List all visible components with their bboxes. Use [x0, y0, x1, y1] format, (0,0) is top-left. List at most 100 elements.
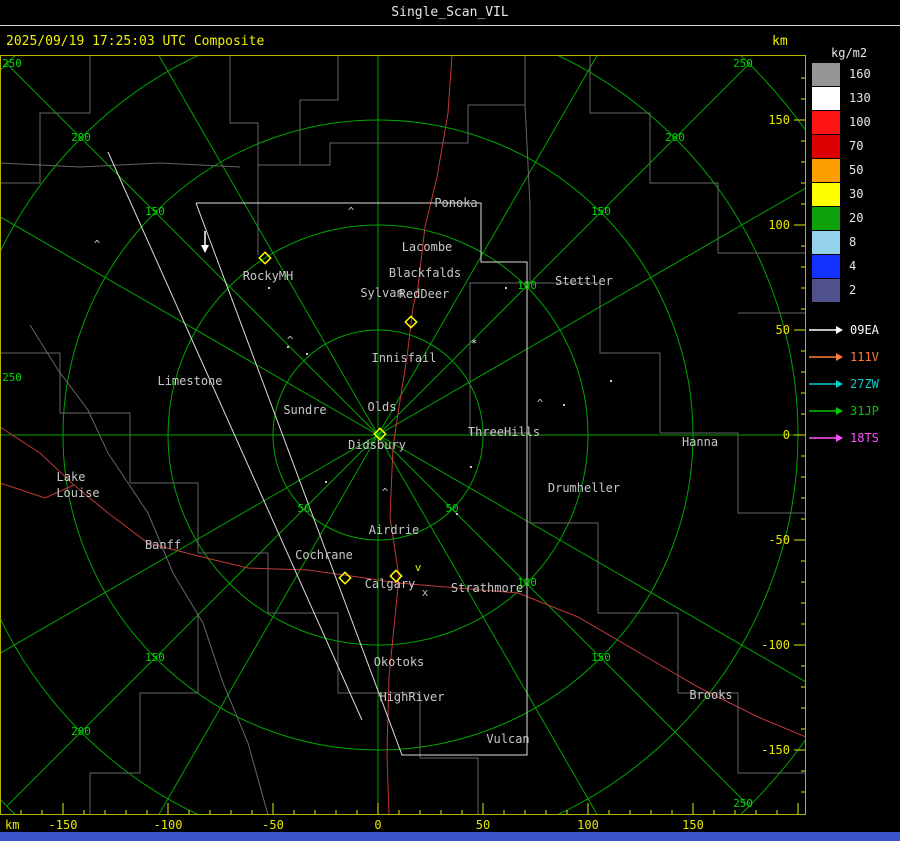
- storm-id-label: 09EA: [850, 322, 879, 337]
- town-label: HighRiver: [379, 690, 444, 704]
- county-boundary-line: [89, 613, 199, 815]
- storm-legend-entry: 111V: [808, 343, 900, 370]
- colorbar-entry: 50: [812, 158, 900, 182]
- range-ring-label: 200: [665, 131, 685, 144]
- town-label: Limestone: [157, 374, 222, 388]
- window-title: Single_Scan_VIL: [391, 5, 509, 20]
- town-dot: [505, 287, 507, 289]
- colorbar-entry: 4: [812, 254, 900, 278]
- range-ring-label: 50: [297, 502, 310, 515]
- colorbar-value: 130: [849, 91, 871, 105]
- right-axis-label: 50: [776, 323, 790, 337]
- bottom-axis-label: -50: [262, 818, 284, 832]
- storm-arrow-icon: [809, 406, 843, 415]
- range-ring-label: 150: [145, 205, 165, 218]
- title-bar: Single_Scan_VIL: [0, 0, 900, 26]
- town-dot: [306, 353, 308, 355]
- colorbar-swatch: [812, 278, 840, 302]
- county-boundary-line: [299, 55, 339, 165]
- range-ring-label: 100: [517, 279, 537, 292]
- map-glyph: ^: [94, 238, 101, 251]
- colorbar-value: 20: [849, 211, 864, 225]
- county-boundary-line: [678, 692, 806, 774]
- bottom-axis-unit: km: [5, 818, 20, 832]
- colorbar-swatch: [812, 230, 840, 254]
- colorbar-value: 8: [849, 235, 857, 249]
- town-dot: [470, 466, 472, 468]
- colorbar-value: 50: [849, 163, 864, 177]
- colorbar-entry: 70: [812, 134, 900, 158]
- bottom-axis-label: 150: [682, 818, 704, 832]
- map-glyph: ^: [537, 397, 544, 410]
- town-label: Sundre: [283, 403, 326, 417]
- town-label: ThreeHills: [468, 425, 540, 439]
- town-label: Drumheller: [548, 481, 620, 495]
- colorbar-entry: 20: [812, 206, 900, 230]
- colorbar-swatch: [812, 86, 840, 110]
- colorbar-swatch: [812, 254, 840, 278]
- town-label: Banff: [145, 538, 181, 552]
- bottom-axis-label: 0: [374, 818, 382, 832]
- colorbar-swatch: [812, 182, 840, 206]
- right-axis-label: 150: [768, 113, 790, 127]
- radar-sector-outline: [107, 151, 363, 721]
- storm-arrow-icon: [809, 325, 843, 334]
- storm-id-label: 111V: [850, 349, 879, 364]
- storm-legend-entry: 09EA: [808, 316, 900, 343]
- storm-arrow-icon: [809, 352, 843, 361]
- map-glyph: x: [422, 586, 429, 599]
- colorbar-value: 160: [849, 67, 871, 81]
- range-ring-label: 200: [71, 725, 91, 738]
- colorbar-swatch: [812, 62, 840, 86]
- town-label: Cochrane: [295, 548, 353, 562]
- range-ring-label: 150: [591, 205, 611, 218]
- bottom-axis-label: 100: [577, 818, 599, 832]
- town-label: Louise: [56, 486, 99, 500]
- town-dot: [563, 404, 565, 406]
- colorbar-entry: 2: [812, 278, 900, 302]
- town-label: Lake: [57, 470, 86, 484]
- county-boundary-line: [268, 612, 421, 758]
- map-glyph: v: [415, 561, 422, 574]
- storm-id-label: 27ZW: [850, 376, 879, 391]
- colorbar: 160 130 100 70 50 30 20 8 4 2: [812, 62, 900, 302]
- radar-plot[interactable]: 150 200 250 100 150 200 250 50 150 200 50 100 150 250…: [0, 55, 806, 815]
- range-ring-label: 200: [71, 131, 91, 144]
- right-axis-label: -50: [768, 533, 790, 547]
- town-label: Sylvan: [360, 286, 403, 300]
- town-dot: [456, 513, 458, 515]
- bottom-scrollbar[interactable]: [0, 832, 900, 841]
- bottom-axis-label: -100: [153, 818, 183, 832]
- colorbar-entry: 130: [812, 86, 900, 110]
- storm-vector-arrowhead: [201, 245, 209, 253]
- storm-legend-entry: 18TS: [808, 424, 900, 451]
- town-label: Vulcan: [486, 732, 529, 746]
- county-boundary-line: [29, 324, 269, 815]
- county-boundary-line: [258, 55, 526, 166]
- town-label: Hanna: [682, 435, 718, 449]
- town-label: Ponoka: [434, 196, 477, 210]
- colorbar-value: 70: [849, 139, 864, 153]
- range-ring-label: 150: [145, 651, 165, 664]
- range-ring-label: 250: [2, 57, 22, 70]
- radar-svg[interactable]: 150 200 250 100 150 200 250 50 150 200 50 100 150 250…: [0, 55, 806, 815]
- town-dot: [325, 481, 327, 483]
- county-boundary-line: [0, 162, 241, 168]
- town-label: Okotoks: [374, 655, 425, 669]
- colorbar-swatch: [812, 206, 840, 230]
- town-label: Brooks: [689, 688, 732, 702]
- county-boundary-line: [469, 104, 531, 347]
- range-ring-label: 250: [733, 797, 753, 810]
- county-boundary-line: [420, 757, 479, 815]
- colorbar-unit: kg/m2: [831, 46, 868, 60]
- right-axis-unit: km: [772, 34, 788, 49]
- bottom-axis-label: -150: [48, 818, 78, 832]
- range-ring-label: 250: [733, 57, 753, 70]
- town-label: Lacombe: [402, 240, 453, 254]
- town-dot: [268, 287, 270, 289]
- colorbar-swatch: [812, 158, 840, 182]
- colorbar-entry: 100: [812, 110, 900, 134]
- town-label: Calgary: [365, 577, 416, 591]
- storm-legend: 09EA 111V 27ZW 31JP 18TS: [808, 316, 900, 451]
- colorbar-entry: 30: [812, 182, 900, 206]
